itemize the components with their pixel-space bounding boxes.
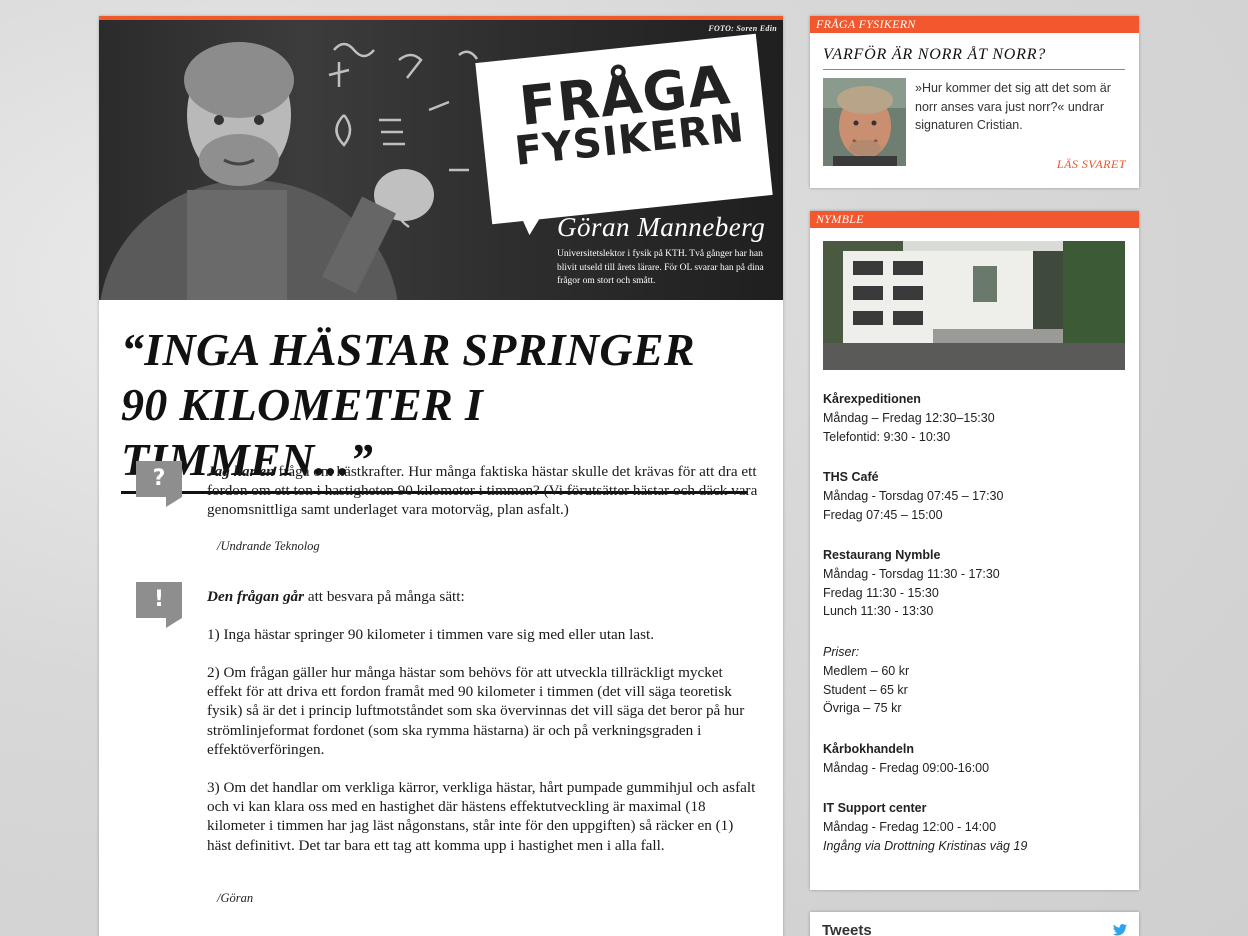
article: FOTO: Soren Edin FRÅGA FYSIKERN Göran Ma… — [99, 16, 783, 936]
answer-paragraph-1: 1) Inga hästar springer 90 kilometer i t… — [207, 626, 655, 643]
speech-bubble-tail — [514, 197, 558, 237]
kårexpeditionen-hours: Kårexpeditionen Måndag – Fredag 12:30–15… — [823, 392, 995, 444]
lunch-prices: Priser: Medlem – 60 kr Student – 65 kr Ö… — [823, 645, 910, 716]
ths-cafe-hours: THS Café Måndag - Torsdag 07:45 – 17:30 … — [823, 470, 1004, 522]
hero-banner: FOTO: Soren Edin FRÅGA FYSIKERN Göran Ma… — [99, 20, 783, 300]
author-bio: Universitetslektor i fysik på KTH. Två g… — [557, 249, 764, 286]
question-icon: ? — [136, 461, 182, 507]
nymble-widget: NYMBLE Kårexpeditionen Måndag – Fredag 1… — [810, 211, 1139, 890]
fraga-fysikern-widget: FRÅGA FYSIKERN VARFÖR ÄR NORR ÅT NORR? »… — [810, 16, 1139, 188]
author-thumbnail[interactable] — [823, 78, 906, 166]
answer-intro: Den frågan går att besvara på många sätt… — [207, 587, 759, 606]
question-signature: /Undrande Teknolog — [217, 539, 320, 553]
nymble-building-photo — [823, 241, 1125, 370]
kårbokhandeln-hours: Kårbokhandeln Måndag - Fredag 09:00-16:0… — [823, 742, 990, 775]
answer-signature: /Göran — [217, 891, 254, 905]
restaurang-nymble-hours: Restaurang Nymble Måndag - Torsdag 11:30… — [823, 548, 1000, 619]
answer-intro-text: att besvara på många sätt: — [304, 588, 465, 605]
answer-paragraph-3: 3) Om det handlar om verkliga kärror, ve… — [207, 779, 756, 854]
read-answer-link[interactable]: LÄS SVARET — [1057, 157, 1126, 172]
fraga-question-title[interactable]: VARFÖR ÄR NORR ÅT NORR? — [823, 46, 1125, 70]
tweets-widget: Tweets — [810, 912, 1139, 936]
fraga-fysikern-header: FRÅGA FYSIKERN — [810, 16, 1139, 33]
question-text: Jag har en fråga om hästkrafter. Hur mån… — [207, 462, 759, 520]
answer-lead: Den frågan går — [207, 588, 305, 605]
question-body: fråga om hästkrafter. Hur många faktiska… — [207, 463, 758, 519]
fraga-question-excerpt: »Hur kommer det sig att det som är norr … — [915, 81, 1111, 132]
answer-paragraph-2: 2) Om frågan gäller hur många hästar som… — [207, 664, 745, 758]
tweets-title: Tweets — [822, 922, 872, 936]
answer-icon: ! — [136, 582, 182, 628]
photo-credit: FOTO: Soren Edin — [708, 24, 777, 33]
question-lead: Jag har en — [207, 463, 275, 480]
twitter-bird-icon[interactable] — [1113, 923, 1127, 936]
nymble-header: NYMBLE — [810, 211, 1139, 228]
it-support-hours: IT Support center Måndag - Fredag 12:00 … — [823, 801, 1028, 853]
author-name: Göran Manneberg — [557, 212, 766, 242]
